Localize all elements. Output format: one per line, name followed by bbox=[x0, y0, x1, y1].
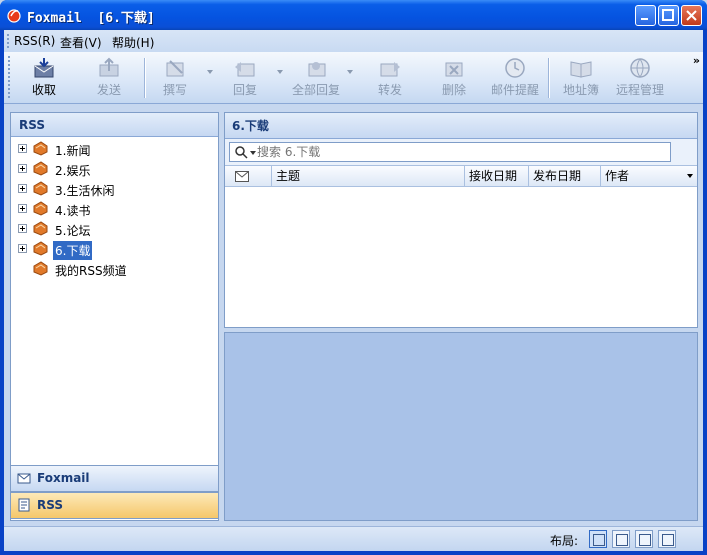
remote-icon bbox=[630, 58, 650, 78]
maximize-icon bbox=[662, 9, 674, 21]
compose-dropdown-arrow[interactable] bbox=[207, 70, 213, 74]
search-input[interactable] bbox=[257, 144, 657, 160]
status-bar: 布局: bbox=[4, 526, 703, 551]
title-bar[interactable]: Foxmail [6.下载] bbox=[0, 0, 707, 30]
maximize-button[interactable] bbox=[658, 5, 679, 26]
minimize-icon bbox=[641, 18, 648, 20]
expand-icon[interactable] bbox=[18, 204, 27, 213]
search-box[interactable] bbox=[229, 142, 671, 162]
forward-button[interactable]: 转发 bbox=[366, 55, 414, 101]
column-chooser-dropdown[interactable] bbox=[687, 174, 693, 178]
reply-icon bbox=[235, 62, 255, 77]
rss-feed-icon bbox=[33, 221, 48, 236]
rss-feed-icon bbox=[33, 161, 48, 176]
menu-bar: RSS(R) 查看(V) 帮助(H) bbox=[4, 30, 703, 52]
layout-classic-button[interactable] bbox=[589, 530, 607, 548]
search-icon[interactable] bbox=[234, 145, 248, 159]
delete-button[interactable]: 删除 bbox=[432, 55, 476, 101]
menu-grip[interactable] bbox=[7, 34, 10, 48]
toolbar-separator bbox=[548, 58, 550, 98]
rss-feed-icon bbox=[33, 241, 48, 256]
nav-rss-button[interactable]: RSS bbox=[10, 492, 219, 519]
send-button[interactable]: 发送 bbox=[84, 55, 134, 101]
menu-view[interactable]: 查看(V) bbox=[60, 34, 102, 51]
expand-icon[interactable] bbox=[18, 224, 27, 233]
tree-item-forum[interactable]: 5.论坛 bbox=[11, 219, 211, 239]
tree-item-downloads[interactable]: 6.下载 bbox=[11, 239, 211, 260]
rss-feed-icon bbox=[33, 201, 48, 216]
foxmail-logo-icon bbox=[7, 9, 21, 23]
column-subject[interactable]: 主题 bbox=[272, 166, 465, 186]
receive-button[interactable]: 收取 bbox=[18, 55, 70, 101]
toolbar-separator bbox=[144, 58, 146, 98]
mail-icon bbox=[17, 473, 31, 484]
folder-panel-title: RSS bbox=[11, 113, 218, 137]
rss-icon bbox=[18, 498, 30, 512]
reply-all-icon bbox=[308, 62, 326, 77]
mail-reminder-button[interactable]: 邮件提醒 bbox=[488, 55, 542, 101]
rss-feed-icon bbox=[33, 181, 48, 196]
toolbar: 收取 发送 撰写 回复 全部回复 转发 删除 邮件提醒 地址簿 远程管理 » bbox=[4, 52, 703, 104]
tree-item-my-rss-channels[interactable]: 我的RSS频道 bbox=[11, 259, 211, 279]
close-button[interactable] bbox=[681, 5, 702, 26]
list-title: 6.下载 bbox=[225, 113, 697, 139]
layout-label: 布局: bbox=[550, 534, 579, 548]
expand-icon[interactable] bbox=[18, 164, 27, 173]
forward-icon bbox=[380, 62, 400, 77]
window-title: Foxmail [6.下载] bbox=[27, 11, 155, 26]
column-author-label: 作者 bbox=[605, 169, 630, 183]
layout-preview-button[interactable] bbox=[658, 530, 676, 548]
compose-icon bbox=[166, 60, 184, 77]
clock-icon bbox=[505, 58, 525, 78]
address-book-icon bbox=[570, 61, 592, 78]
toolbar-grip[interactable] bbox=[8, 56, 10, 98]
rss-feed-icon bbox=[33, 141, 48, 156]
tree-item-news[interactable]: 1.新闻 bbox=[11, 139, 211, 159]
preview-pane bbox=[224, 332, 698, 521]
remote-manage-button[interactable]: 远程管理 bbox=[612, 55, 668, 101]
expand-icon[interactable] bbox=[18, 144, 27, 153]
menu-rss[interactable]: RSS(R) bbox=[14, 34, 55, 48]
app-window: Foxmail [6.下载] RSS(R) 查看(V) 帮助(H) 收取 发送 … bbox=[0, 0, 707, 555]
reply-all-dropdown-arrow[interactable] bbox=[347, 70, 353, 74]
reply-all-button[interactable]: 全部回复 bbox=[288, 55, 344, 101]
rss-feed-icon bbox=[33, 261, 48, 276]
receive-icon bbox=[34, 58, 54, 78]
reply-dropdown-arrow[interactable] bbox=[277, 70, 283, 74]
layout-wide-button[interactable] bbox=[612, 530, 630, 548]
expand-icon[interactable] bbox=[18, 244, 27, 253]
tree-item-reading[interactable]: 4.读书 bbox=[11, 199, 211, 219]
expand-icon[interactable] bbox=[18, 184, 27, 193]
search-options-dropdown[interactable] bbox=[250, 151, 256, 155]
article-list-pane: 6.下载 主题 接收日期 发布日期 作者 bbox=[224, 112, 698, 328]
layout-vertical-button[interactable] bbox=[635, 530, 653, 548]
address-book-button[interactable]: 地址簿 bbox=[558, 55, 604, 101]
column-envelope[interactable] bbox=[225, 166, 272, 186]
rss-folder-panel: RSS 1.新闻 2.娱乐 3.生活休闲 4.读书 5.论坛 6.下载 我的RS… bbox=[10, 112, 219, 521]
tree-item-lifestyle[interactable]: 3.生活休闲 bbox=[11, 179, 211, 199]
close-icon bbox=[686, 10, 697, 21]
envelope-icon bbox=[235, 171, 249, 182]
delete-icon bbox=[445, 62, 463, 77]
minimize-button[interactable] bbox=[635, 5, 656, 26]
toolbar-overflow-button[interactable]: » bbox=[693, 54, 700, 67]
tree-item-entertainment[interactable]: 2.娱乐 bbox=[11, 159, 211, 179]
search-bar bbox=[225, 139, 697, 165]
column-received-date[interactable]: 接收日期 bbox=[465, 166, 529, 186]
nav-foxmail-button[interactable]: Foxmail bbox=[10, 465, 219, 492]
compose-button[interactable]: 撰写 bbox=[152, 55, 198, 101]
send-icon bbox=[99, 57, 119, 77]
column-published-date[interactable]: 发布日期 bbox=[529, 166, 601, 186]
client-area: RSS(R) 查看(V) 帮助(H) 收取 发送 撰写 回复 全部回复 转发 删… bbox=[4, 30, 703, 551]
column-header-row: 主题 接收日期 发布日期 作者 bbox=[225, 165, 697, 187]
column-author[interactable]: 作者 bbox=[601, 166, 697, 186]
menu-help[interactable]: 帮助(H) bbox=[112, 34, 154, 51]
reply-button[interactable]: 回复 bbox=[222, 55, 268, 101]
